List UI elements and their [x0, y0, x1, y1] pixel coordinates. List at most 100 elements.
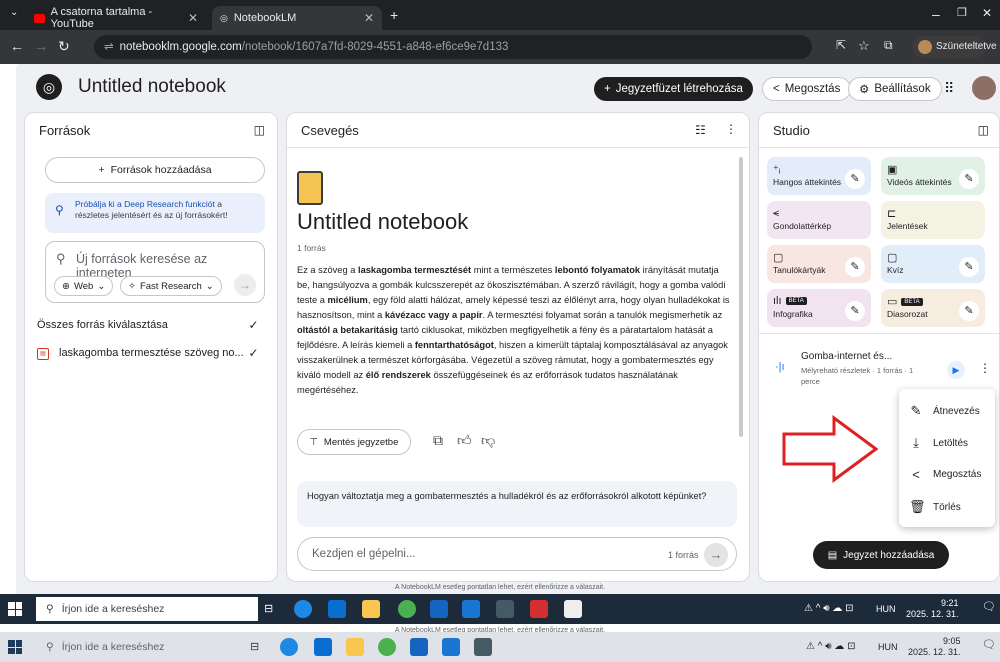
app-icon[interactable]: [474, 638, 492, 656]
taskbar-search[interactable]: ⚲ Írjon ide a kereséshez: [36, 597, 258, 621]
source-item-checkbox[interactable]: ✓: [247, 347, 260, 360]
suggested-question[interactable]: Hogyan változtatja meg a gombatermesztés…: [297, 481, 737, 527]
outlook-icon[interactable]: [314, 638, 332, 656]
divider: [287, 147, 749, 148]
extensions-icon[interactable]: ⧉: [884, 38, 893, 53]
edit-pencil-icon[interactable]: ✎: [959, 301, 979, 321]
tray-icons[interactable]: ⚠ ^ 🔊︎ ☁ ⊡: [806, 641, 855, 652]
apps-grid-icon[interactable]: ⠿: [944, 80, 954, 97]
menu-item-megosztas[interactable]: < Megosztás: [909, 467, 981, 482]
notebook-title[interactable]: Untitled notebook: [78, 76, 226, 98]
taskbar-front: ⚲ Írjon ide a kereséshez ⊟ ⚠ ^ 🔊︎ ☁ ⊡ HU…: [0, 594, 1000, 624]
close-icon[interactable]: ✕: [364, 11, 374, 25]
summary-keyword: élő rendszerek: [365, 370, 431, 380]
create-notebook-button[interactable]: + Jegyzetfüzet létrehozása: [594, 77, 753, 101]
notebooklm-logo-icon[interactable]: ◎: [36, 74, 62, 100]
notification-icon[interactable]: 🗨︎: [982, 640, 996, 651]
menu-item-letoltes[interactable]: ⤓ Letöltés: [909, 435, 968, 451]
thumbs-down-icon[interactable]: 👎︎: [481, 432, 495, 449]
studio-card-jelentesek[interactable]: ⊏ Jelentések: [881, 201, 985, 239]
window-close-icon[interactable]: ✕: [982, 6, 992, 20]
clock[interactable]: 9:05 2025. 12. 31.: [908, 636, 961, 658]
forward-icon[interactable]: →: [34, 38, 48, 54]
studio-card-kviz[interactable]: ▢ Kvíz ✎: [881, 245, 985, 283]
task-view-icon[interactable]: ⊟: [264, 602, 273, 615]
collapse-panel-icon[interactable]: ◫: [978, 123, 989, 137]
source-item-label[interactable]: laskagomba termesztése szöveg no...: [59, 347, 244, 359]
task-view-icon[interactable]: ⊟: [250, 640, 259, 653]
taskbar-search[interactable]: ⚲ Írjon ide a kereséshez: [36, 635, 258, 659]
edge-icon[interactable]: [280, 638, 298, 656]
submit-search-button[interactable]: →: [234, 274, 256, 296]
fast-research-dropdown[interactable]: ✧ Fast Research ⌄: [120, 276, 222, 296]
bookmark-star-icon[interactable]: ☆: [858, 38, 870, 54]
chrome-icon[interactable]: [398, 600, 416, 618]
more-vert-icon[interactable]: ⋮: [725, 122, 737, 136]
word-icon[interactable]: [410, 638, 428, 656]
send-button[interactable]: →: [704, 543, 728, 567]
edit-pencil-icon[interactable]: ✎: [959, 257, 979, 277]
chrome-icon[interactable]: [378, 638, 396, 656]
edit-pencil-icon[interactable]: ✎: [845, 257, 865, 277]
web-source-dropdown[interactable]: ⊕ Web ⌄: [54, 276, 114, 296]
copy-icon[interactable]: ⧉: [433, 432, 443, 449]
edit-pencil-icon[interactable]: ✎: [845, 169, 865, 189]
studio-card-infografika[interactable]: ılı BÉTA Infografika ✎: [767, 289, 871, 327]
start-icon[interactable]: [8, 602, 22, 616]
file-explorer-icon[interactable]: [346, 638, 364, 656]
notification-icon[interactable]: 🗨︎: [982, 602, 996, 613]
edit-pencil-icon[interactable]: ✎: [959, 169, 979, 189]
avatar[interactable]: [972, 76, 996, 100]
clock[interactable]: 9:21 2025. 12. 31.: [906, 598, 959, 620]
add-note-button[interactable]: ▤ Jegyzet hozzáadása: [813, 541, 949, 569]
app-icon[interactable]: [442, 638, 460, 656]
save-to-note-button[interactable]: ⊤ Mentés jegyzetbe: [297, 429, 411, 455]
more-vert-icon[interactable]: ⋮: [979, 361, 991, 375]
menu-item-atnevezes[interactable]: ✎ Átnevezés: [909, 403, 980, 419]
tab-notebooklm[interactable]: ◎ NotebookLM ✕: [212, 6, 382, 30]
app-icon[interactable]: [564, 600, 582, 618]
play-button[interactable]: ▶: [947, 361, 965, 379]
close-icon[interactable]: ✕: [188, 11, 198, 25]
scrollbar[interactable]: [739, 157, 743, 437]
app-icon[interactable]: [462, 600, 480, 618]
profile-button[interactable]: Szüneteltetve: [912, 36, 997, 58]
url-field[interactable]: ⇌ notebooklm.google.com/notebook/1607a7fd…: [94, 35, 812, 59]
word-icon[interactable]: [430, 600, 448, 618]
studio-card-videos-attekintes[interactable]: ▣ Videós áttekintés ✎: [881, 157, 985, 195]
minimize-icon[interactable]: –: [932, 6, 940, 22]
studio-card-gondolatterkep[interactable]: ⪪ Gondolattérkép: [767, 201, 871, 239]
studio-card-tanulokartyak[interactable]: ▢ Tanulókártyák ✎: [767, 245, 871, 283]
language-indicator[interactable]: HUN: [878, 642, 898, 653]
app-icon[interactable]: [496, 600, 514, 618]
menu-item-torles[interactable]: 🗑︎ Törlés: [909, 499, 961, 515]
tune-icon[interactable]: ☷: [695, 123, 706, 137]
language-indicator[interactable]: HUN: [876, 604, 896, 615]
tab-youtube[interactable]: A csatorna tartalma - YouTube ✕: [26, 6, 206, 30]
edit-pencil-icon[interactable]: ✎: [845, 301, 865, 321]
studio-card-diasorozat[interactable]: ▭ BÉTA Diasorozat ✎: [881, 289, 985, 327]
file-explorer-icon[interactable]: [362, 600, 380, 618]
tray-icons[interactable]: ⚠ ^ 🔊︎ ☁ ⊡: [804, 603, 853, 614]
new-tab-icon[interactable]: +: [390, 7, 398, 23]
add-sources-button[interactable]: + Források hozzáadása: [45, 157, 265, 183]
chat-input[interactable]: Kezdjen el gépelni...: [312, 548, 416, 560]
select-all-checkbox[interactable]: ✓: [247, 319, 260, 332]
thumbs-up-icon[interactable]: 👍︎: [457, 432, 472, 449]
outlook-icon[interactable]: [328, 600, 346, 618]
start-icon[interactable]: [8, 640, 22, 654]
edge-icon[interactable]: [294, 600, 312, 618]
acrobat-icon[interactable]: [530, 600, 548, 618]
studio-card-hangos-attekintes[interactable]: ⁺ᵢ Hangos áttekintés ✎: [767, 157, 871, 195]
site-info-icon[interactable]: ⇌: [104, 41, 114, 53]
maximize-icon[interactable]: ❐: [957, 6, 967, 19]
collapse-panel-icon[interactable]: ◫: [254, 123, 265, 137]
back-icon[interactable]: ←: [10, 38, 24, 54]
settings-button[interactable]: ⚙ Beállítások: [848, 77, 942, 101]
tab-menu-icon[interactable]: ⌄: [10, 7, 18, 18]
deep-research-banner[interactable]: ⚲ Próbálja ki a Deep Research funkciót a…: [45, 193, 265, 233]
deep-research-link[interactable]: Próbálja ki a Deep Research funkciót: [75, 199, 215, 209]
share-button[interactable]: < Megosztás: [762, 77, 852, 101]
reload-icon[interactable]: ↻: [58, 38, 70, 55]
install-icon[interactable]: ⇱: [836, 38, 846, 52]
